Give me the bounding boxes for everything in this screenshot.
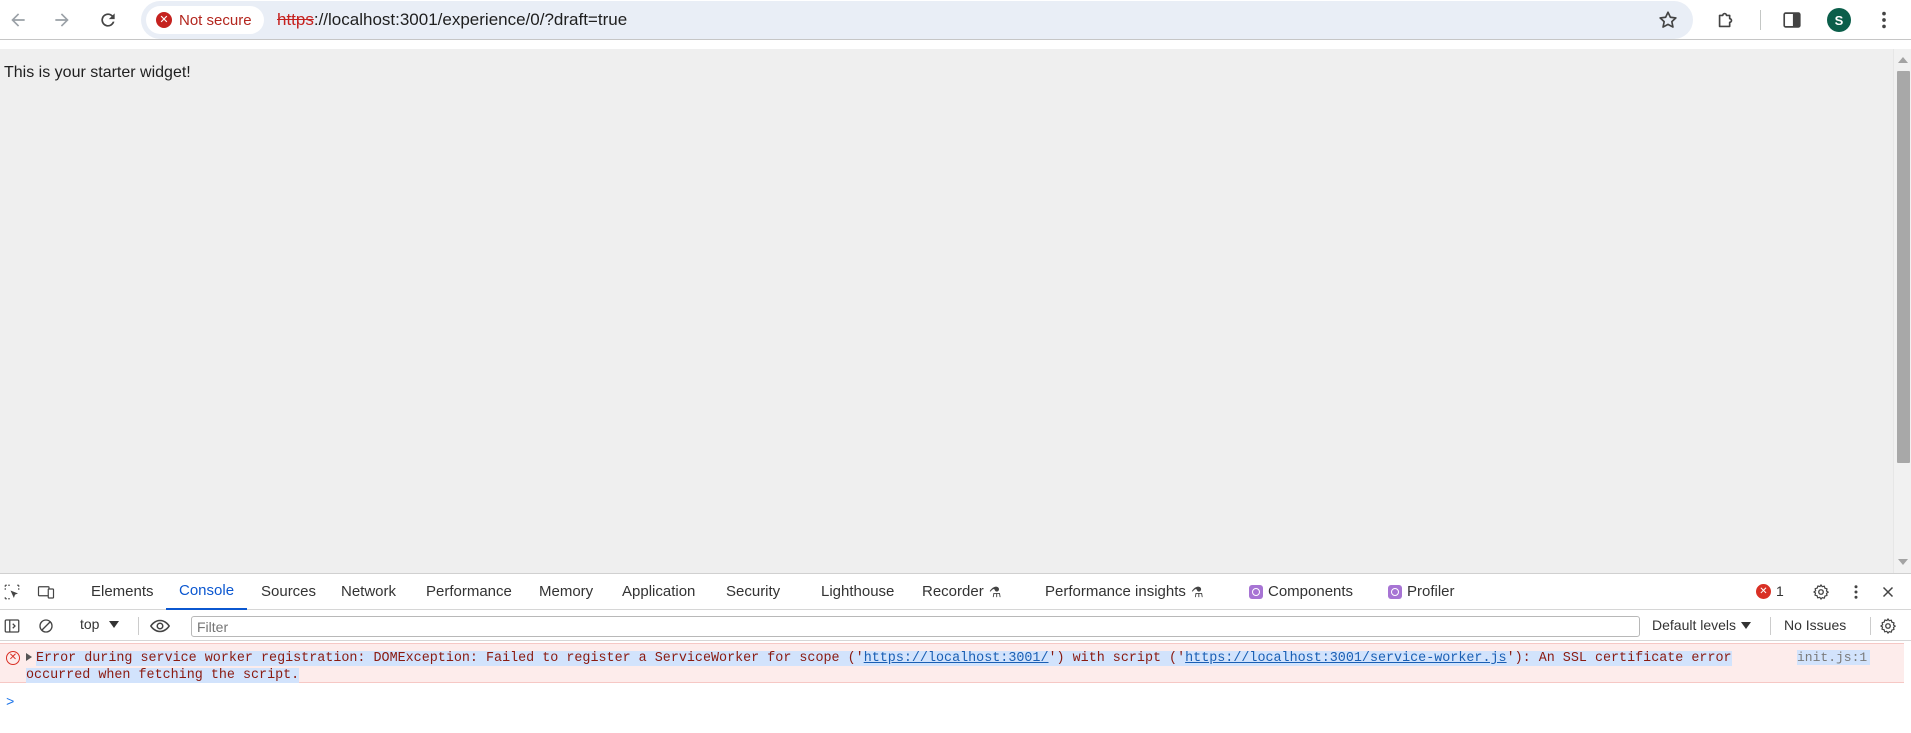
forward-button[interactable] xyxy=(46,4,78,36)
tab-components[interactable]: Components xyxy=(1249,574,1353,610)
tab-performance[interactable]: Performance xyxy=(426,574,512,610)
arrow-right-icon xyxy=(55,13,69,27)
flask-icon: ⚗ xyxy=(988,584,1002,600)
arrow-left-icon xyxy=(11,13,25,27)
gear-icon xyxy=(1813,584,1829,600)
scroll-thumb[interactable] xyxy=(1897,71,1910,463)
browser-menu-button[interactable] xyxy=(1868,4,1900,36)
browser-toolbar: ✕ Not secure https://localhost:3001/expe… xyxy=(0,0,1911,40)
devtools-tabbar: Elements Console Sources Network Perform… xyxy=(0,574,1911,610)
message-source-link[interactable]: init.js:1 xyxy=(1797,650,1871,665)
live-expression-button[interactable] xyxy=(148,616,172,636)
url-scheme: https xyxy=(277,10,314,29)
back-button[interactable] xyxy=(2,4,34,36)
error-message-text: Error during service worker registration… xyxy=(26,651,1732,683)
sidebar-toggle-button[interactable] xyxy=(2,616,22,636)
url-text[interactable]: https://localhost:3001/experience/0/?dra… xyxy=(277,1,627,39)
security-chip-label: Not secure xyxy=(179,11,252,29)
devtools-settings-button[interactable] xyxy=(1811,582,1831,602)
filter-divider xyxy=(1770,617,1771,635)
devtools-menu-button[interactable] xyxy=(1846,582,1866,602)
toolbar-divider xyxy=(1760,10,1761,30)
device-icon xyxy=(37,586,55,599)
clear-console-button[interactable] xyxy=(36,616,56,636)
kebab-menu-icon xyxy=(1882,11,1886,29)
kebab-menu-icon xyxy=(1854,585,1858,599)
device-toolbar-button[interactable] xyxy=(36,582,56,602)
tab-security[interactable]: Security xyxy=(726,574,780,610)
inspect-cursor-icon xyxy=(4,584,20,600)
security-chip[interactable]: ✕ Not secure xyxy=(146,6,264,34)
context-selector[interactable]: top xyxy=(80,616,120,632)
block-icon xyxy=(39,619,53,633)
context-label: top xyxy=(80,616,100,632)
reload-icon xyxy=(101,13,115,27)
console-settings-button[interactable] xyxy=(1878,616,1898,636)
profile-avatar[interactable]: S xyxy=(1827,8,1851,32)
tab-profiler[interactable]: Profiler xyxy=(1388,574,1455,610)
flask-icon: ⚗ xyxy=(1190,584,1204,600)
close-icon xyxy=(1882,586,1894,598)
scroll-down-arrow[interactable] xyxy=(1898,559,1908,565)
dropdown-triangle-icon xyxy=(109,620,120,628)
page-scrollbar[interactable] xyxy=(1893,49,1911,573)
console-prompt[interactable]: > xyxy=(6,695,14,711)
issues-counter[interactable]: No Issues xyxy=(1784,617,1846,633)
starter-widget-text: This is your starter widget! xyxy=(4,64,191,81)
error-circle-icon: ✕ xyxy=(156,12,172,28)
react-icon xyxy=(1388,585,1402,599)
tab-elements[interactable]: Elements xyxy=(91,574,154,610)
devtools-panel: Elements Console Sources Network Perform… xyxy=(0,573,1911,733)
filter-divider xyxy=(1870,617,1871,635)
expand-caret-icon[interactable] xyxy=(26,653,32,662)
gear-icon xyxy=(1880,618,1896,634)
eye-icon xyxy=(149,619,171,633)
error-x-icon: ✕ xyxy=(1756,583,1771,599)
puzzle-icon xyxy=(1718,12,1733,28)
url-path: ://localhost:3001/experience/0/?draft=tr… xyxy=(313,10,628,29)
tab-network[interactable]: Network xyxy=(341,574,396,610)
address-bar[interactable]: ✕ Not secure https://localhost:3001/expe… xyxy=(141,1,1693,39)
error-circle-icon: ✕ xyxy=(6,651,20,665)
tab-performance-insights[interactable]: Performance insights ⚗ xyxy=(1045,574,1203,610)
filter-divider xyxy=(138,617,139,635)
scroll-up-arrow[interactable] xyxy=(1898,57,1908,63)
scope-link[interactable]: https://localhost:3001/ xyxy=(864,651,1049,666)
tab-lighthouse[interactable]: Lighthouse xyxy=(821,574,894,610)
extensions-button[interactable] xyxy=(1710,4,1742,36)
log-levels-dropdown[interactable]: Default levels xyxy=(1652,617,1752,633)
tab-console[interactable]: Console xyxy=(166,574,248,610)
side-panel-icon xyxy=(1783,12,1801,28)
tab-memory[interactable]: Memory xyxy=(539,574,593,610)
page-viewport: This is your starter widget! xyxy=(0,49,1893,573)
inspect-element-button[interactable] xyxy=(2,582,22,602)
tab-recorder[interactable]: Recorder ⚗ xyxy=(922,574,1001,610)
dropdown-triangle-icon xyxy=(1741,621,1752,629)
tab-application[interactable]: Application xyxy=(622,574,695,610)
console-error-message[interactable]: ✕ Error during service worker registrati… xyxy=(0,643,1904,683)
error-count-badge[interactable]: ✕ 1 xyxy=(1756,583,1784,599)
script-link[interactable]: https://localhost:3001/service-worker.js xyxy=(1185,651,1506,666)
reload-button[interactable] xyxy=(92,4,124,36)
sidebar-icon xyxy=(4,619,20,633)
console-filter-bar: top Default levels No Issues xyxy=(0,611,1911,641)
devtools-close-button[interactable] xyxy=(1878,582,1898,602)
console-filter-input[interactable] xyxy=(191,616,1640,637)
react-icon xyxy=(1249,585,1263,599)
tab-sources[interactable]: Sources xyxy=(261,574,316,610)
side-panel-button[interactable] xyxy=(1776,4,1808,36)
bookmark-star-icon[interactable] xyxy=(1657,9,1679,31)
